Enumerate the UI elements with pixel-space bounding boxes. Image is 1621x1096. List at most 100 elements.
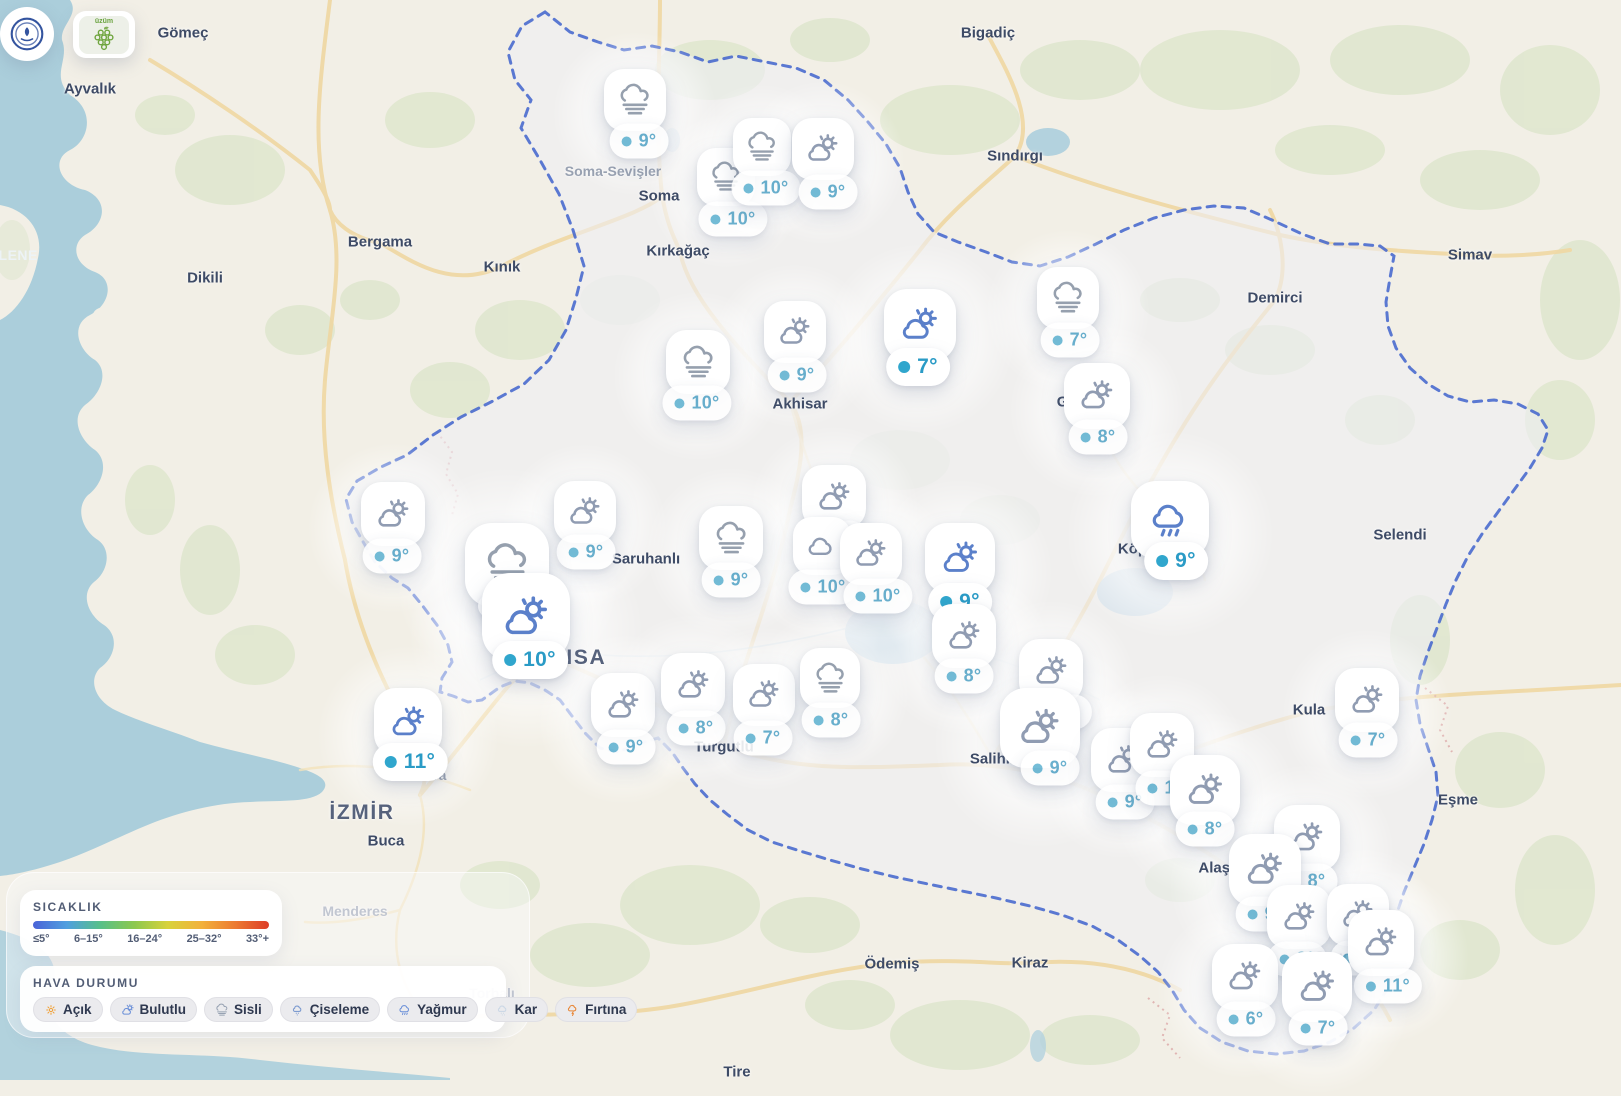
temperature-value: 9° xyxy=(586,542,604,563)
temperature-value: 11° xyxy=(1383,976,1410,997)
temperature-badge[interactable]: 10° xyxy=(731,171,800,206)
temperature-badge[interactable]: 9° xyxy=(702,563,761,598)
temperature-value: 7° xyxy=(763,728,781,749)
temperature-legend-title: SICAKLIK xyxy=(33,900,269,914)
temperature-badge[interactable]: 10° xyxy=(492,641,568,679)
weather-chip-f-rt-na[interactable]: Fırtına xyxy=(555,997,637,1022)
temperature-badge[interactable]: 7° xyxy=(1339,723,1398,758)
manisa-logo-button[interactable] xyxy=(0,7,54,61)
map-canvas[interactable]: GömeçAyvalıkBigadiçSındırgıDemirciSimavI… xyxy=(0,0,1621,1080)
temperature-ticks: ≤5°6–15°16–24°25–32°33°+ xyxy=(33,933,269,945)
partly-weather-icon xyxy=(1244,849,1286,891)
weather-marker-fog[interactable] xyxy=(733,118,791,176)
grape-thumbnail: üzüm xyxy=(79,16,129,54)
partly-weather-icon xyxy=(1144,727,1181,764)
temperature-dot xyxy=(1351,735,1361,745)
temperature-dot xyxy=(947,671,957,681)
weather-marker-fog[interactable] xyxy=(800,648,860,708)
temperature-badge[interactable]: 7° xyxy=(1289,1011,1348,1046)
chip-label: Çiseleme xyxy=(310,1002,369,1017)
partly-weather-icon xyxy=(389,703,428,742)
temperature-value: 9° xyxy=(797,365,815,386)
temperature-badge[interactable]: 8° xyxy=(935,659,994,694)
partly-weather-icon xyxy=(777,314,813,350)
weather-chip-a-k[interactable]: Açık xyxy=(33,997,103,1022)
temperature-badge[interactable]: 9° xyxy=(768,358,827,393)
weather-marker-partly[interactable] xyxy=(792,118,854,180)
weather-marker-partly[interactable] xyxy=(591,673,655,737)
temperature-dot xyxy=(714,575,724,585)
weather-marker-partly[interactable] xyxy=(840,523,902,585)
temperature-badge[interactable]: 9° xyxy=(799,175,858,210)
fog-icon xyxy=(215,1003,229,1017)
temperature-value: 7° xyxy=(917,355,938,379)
temperature-dot xyxy=(1301,1023,1311,1033)
temperature-badge[interactable]: 9° xyxy=(557,535,616,570)
temperature-badge[interactable]: 9° xyxy=(597,730,656,765)
partly-weather-icon xyxy=(1226,958,1264,996)
temperature-value: 7° xyxy=(1318,1018,1336,1039)
weather-marker-partly[interactable] xyxy=(764,301,826,363)
temperature-badge[interactable]: 8° xyxy=(1176,812,1235,847)
weather-chip-bulutlu[interactable]: Bulutlu xyxy=(110,997,198,1022)
temperature-value: 10° xyxy=(691,393,719,414)
temperature-value: 8° xyxy=(1205,819,1223,840)
chip-label: Yağmur xyxy=(417,1002,467,1017)
uzum-layer-button[interactable]: üzüm xyxy=(73,11,135,58)
partly-weather-icon xyxy=(375,496,412,533)
weather-marker-partly[interactable] xyxy=(1348,910,1414,976)
weather-chip-ya-mur[interactable]: Yağmur xyxy=(387,997,478,1022)
weather-marker-fog[interactable] xyxy=(604,69,666,131)
temperature-badge[interactable]: 6° xyxy=(1217,1002,1276,1037)
temperature-badge[interactable]: 10° xyxy=(843,579,912,614)
temperature-dot xyxy=(1053,335,1063,345)
grapes-icon xyxy=(91,25,117,51)
weather-marker-fog[interactable] xyxy=(699,506,763,570)
fog-weather-icon xyxy=(745,130,779,164)
temperature-badge[interactable]: 7° xyxy=(886,348,950,386)
temperature-badge[interactable]: 9° xyxy=(363,539,422,574)
partly-weather-icon xyxy=(1017,705,1063,751)
weather-marker-partly[interactable] xyxy=(661,653,725,717)
partly-weather-icon xyxy=(501,592,552,643)
weather-marker-partly[interactable] xyxy=(1267,885,1331,949)
temperature-badge[interactable]: 9° xyxy=(1021,751,1080,786)
temperature-badge[interactable]: 8° xyxy=(1069,420,1128,455)
temperature-badge[interactable]: 8° xyxy=(667,711,726,746)
temperature-dot xyxy=(710,214,720,224)
temperature-value: 10° xyxy=(523,648,556,672)
partly-weather-icon xyxy=(816,479,853,516)
chip-label: Sisli xyxy=(234,1002,262,1017)
temperature-badge[interactable]: 7° xyxy=(734,721,793,756)
weather-chip-kar[interactable]: Kar xyxy=(485,997,549,1022)
temperature-badge[interactable]: 11° xyxy=(373,743,448,781)
partly-weather-icon xyxy=(1078,377,1116,415)
temperature-badge[interactable]: 11° xyxy=(1354,969,1422,1004)
weather-marker-partly[interactable] xyxy=(361,482,425,546)
temperature-badge[interactable]: 9° xyxy=(1144,542,1208,580)
temperature-value: 9° xyxy=(1175,549,1196,573)
temperature-badge[interactable]: 8° xyxy=(802,703,861,738)
temperature-value: 7° xyxy=(1070,330,1088,351)
partly-weather-icon xyxy=(940,538,981,579)
temperature-badge[interactable]: 10° xyxy=(662,386,731,421)
temperature-tick: 25–32° xyxy=(187,933,222,945)
weather-marker-fog[interactable] xyxy=(1037,267,1099,329)
weather-marker-partly[interactable] xyxy=(1212,944,1278,1010)
temperature-value: 10° xyxy=(760,178,788,199)
weather-chip-sisli[interactable]: Sisli xyxy=(204,997,273,1022)
weather-marker-partly[interactable] xyxy=(733,664,795,726)
temperature-badge[interactable]: 9° xyxy=(610,124,669,159)
weather-chip-iseleme[interactable]: Çiseleme xyxy=(280,997,380,1022)
partly-weather-icon xyxy=(1185,770,1226,811)
temperature-dot xyxy=(609,742,619,752)
chip-label: Açık xyxy=(63,1002,92,1017)
temperature-badge[interactable]: 7° xyxy=(1041,323,1100,358)
fog-weather-icon xyxy=(713,520,750,557)
temperature-dot xyxy=(811,187,821,197)
temperature-badge[interactable]: 10° xyxy=(698,202,767,237)
partly-weather-icon xyxy=(1362,924,1400,962)
weather-marker-fog[interactable] xyxy=(666,330,730,394)
partly-weather-icon xyxy=(853,536,889,572)
weather-chips-row: AçıkBulutluSisliÇiselemeYağmurKarFırtına xyxy=(33,997,493,1022)
